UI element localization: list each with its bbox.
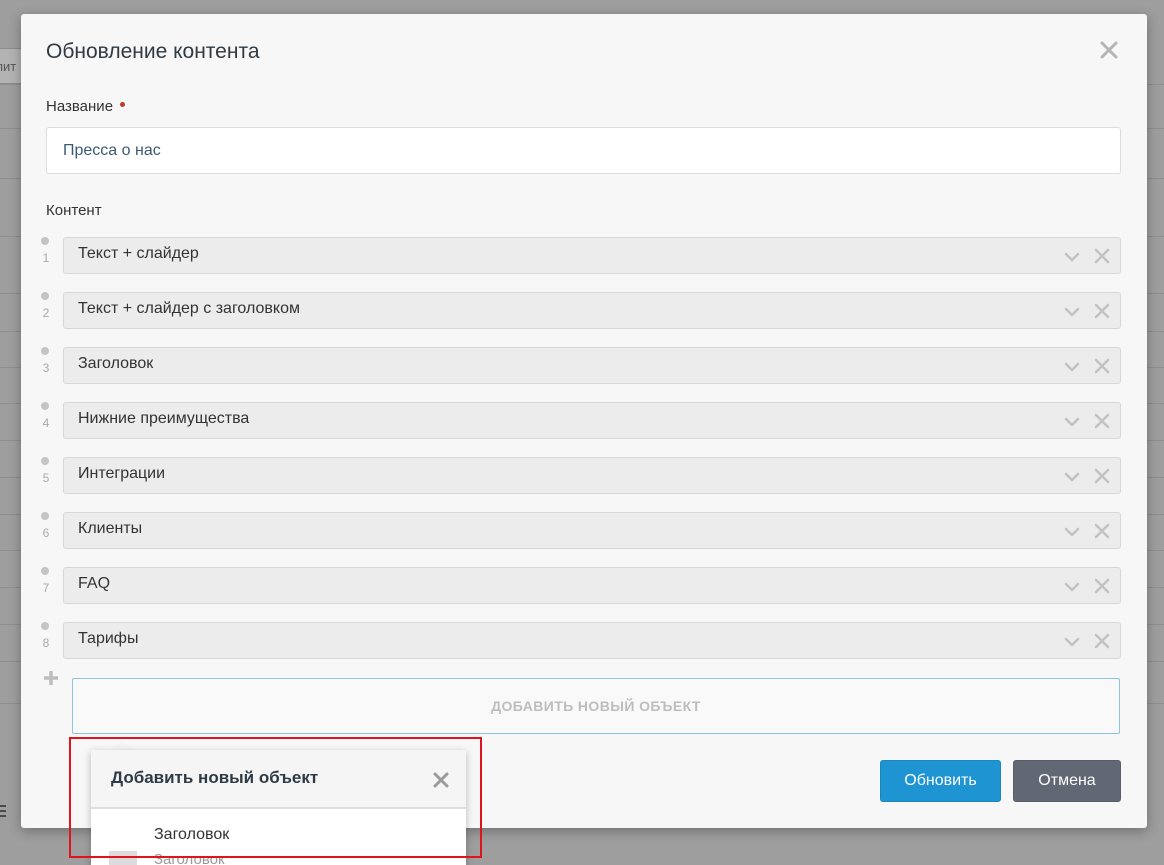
add-object-popover: Добавить новый объект Заголовок Заголово… <box>91 750 466 865</box>
drag-handle[interactable] <box>41 457 49 465</box>
chevron-down-icon[interactable] <box>1064 360 1080 374</box>
content-item-box[interactable]: Заголовок <box>63 347 1121 384</box>
remove-icon[interactable] <box>1094 413 1110 429</box>
item-number: 7 <box>42 581 50 595</box>
close-icon[interactable] <box>432 771 450 789</box>
background-tab: пит <box>0 48 22 84</box>
content-item-label: Текст + слайдер <box>78 245 199 262</box>
content-item-box[interactable]: Тарифы <box>63 622 1121 659</box>
content-item[interactable]: 7 FAQ <box>21 567 1147 604</box>
content-item-label: Интеграции <box>78 465 166 482</box>
option-title: Заголовок <box>154 826 230 843</box>
chevron-down-icon[interactable] <box>1064 470 1080 484</box>
remove-icon[interactable] <box>1094 248 1110 264</box>
content-item-box[interactable]: Клиенты <box>63 512 1121 549</box>
update-content-modal: Обновление контента Название Контент 1 Те… <box>21 14 1147 828</box>
item-number: 8 <box>42 636 50 650</box>
option-subtitle: Заголовок <box>154 851 225 865</box>
chevron-down-icon[interactable] <box>1064 525 1080 539</box>
content-item[interactable]: 1 Текст + слайдер <box>21 237 1147 274</box>
chevron-down-icon[interactable] <box>1064 635 1080 649</box>
drag-handle[interactable] <box>41 237 49 245</box>
remove-icon[interactable] <box>1094 303 1110 319</box>
name-input[interactable] <box>46 127 1121 174</box>
remove-icon[interactable] <box>1094 633 1110 649</box>
item-number: 4 <box>42 416 50 430</box>
add-plus-icon[interactable] <box>43 670 59 686</box>
popover-header: Добавить новый объект <box>91 750 466 809</box>
content-item-label: Текст + слайдер с заголовком <box>78 300 300 317</box>
remove-icon[interactable] <box>1094 358 1110 374</box>
content-item-label: Тарифы <box>78 630 139 647</box>
content-item-label: FAQ <box>78 575 111 592</box>
background-tab-label: пит <box>0 59 17 74</box>
item-number: 3 <box>42 361 50 375</box>
remove-icon[interactable] <box>1094 578 1110 594</box>
content-item[interactable]: 3 Заголовок <box>21 347 1147 384</box>
chevron-down-icon[interactable] <box>1064 580 1080 594</box>
content-item-label: Нижние преимущества <box>78 410 250 427</box>
content-item-box[interactable]: Текст + слайдер с заголовком <box>63 292 1121 329</box>
remove-icon[interactable] <box>1094 523 1110 539</box>
menu-icon <box>0 805 6 819</box>
content-item[interactable]: 8 Тарифы <box>21 622 1147 659</box>
drag-handle[interactable] <box>41 622 49 630</box>
remove-icon[interactable] <box>1094 468 1110 484</box>
name-label: Название <box>46 98 126 115</box>
content-item-label: Клиенты <box>78 520 143 537</box>
name-label-text: Название <box>46 98 114 115</box>
item-number: 5 <box>42 471 50 485</box>
close-icon[interactable] <box>1099 40 1119 60</box>
chevron-down-icon[interactable] <box>1064 305 1080 319</box>
content-item[interactable]: 5 Интеграции <box>21 457 1147 494</box>
content-item[interactable]: 6 Клиенты <box>21 512 1147 549</box>
required-indicator <box>120 102 126 107</box>
item-number: 1 <box>42 251 50 265</box>
content-item-box[interactable]: Текст + слайдер <box>63 237 1121 274</box>
drag-handle[interactable] <box>41 347 49 355</box>
popover-title: Добавить новый объект <box>111 768 319 787</box>
drag-handle[interactable] <box>41 292 49 300</box>
drag-handle[interactable] <box>41 567 49 575</box>
modal-title: Обновление контента <box>46 40 260 63</box>
item-number: 6 <box>42 526 50 540</box>
content-item-box[interactable]: FAQ <box>63 567 1121 604</box>
chevron-down-icon[interactable] <box>1064 415 1080 429</box>
drag-handle[interactable] <box>41 402 49 410</box>
content-item-box[interactable]: Нижние преимущества <box>63 402 1121 439</box>
add-new-object-button[interactable]: Добавить новый объект <box>72 678 1120 734</box>
content-label: Контент <box>46 202 102 219</box>
chevron-down-icon[interactable] <box>1064 250 1080 264</box>
cancel-button[interactable]: Отмена <box>1013 760 1121 802</box>
content-item-label: Заголовок <box>78 355 154 372</box>
option-thumbnail <box>109 851 137 865</box>
content-item-box[interactable]: Интеграции <box>63 457 1121 494</box>
popover-option-heading[interactable]: Заголовок Заголовок <box>91 811 466 865</box>
update-button[interactable]: Обновить <box>880 760 1001 802</box>
item-number: 2 <box>42 306 50 320</box>
content-item[interactable]: 4 Нижние преимущества <box>21 402 1147 439</box>
drag-handle[interactable] <box>41 512 49 520</box>
content-item[interactable]: 2 Текст + слайдер с заголовком <box>21 292 1147 329</box>
